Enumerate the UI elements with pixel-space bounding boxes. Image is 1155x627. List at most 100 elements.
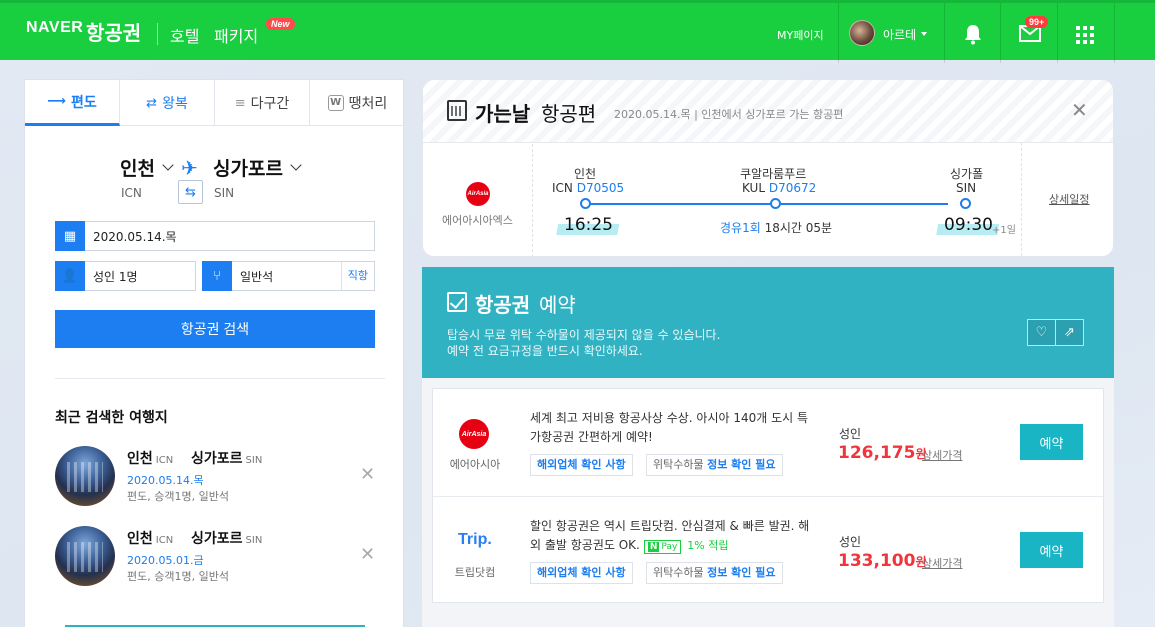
passenger-value: 성인 1명 bbox=[93, 269, 138, 284]
section-divider bbox=[55, 378, 385, 379]
tab-round-trip[interactable]: ⇄ 왕복 bbox=[120, 80, 215, 126]
destination-thumbnail bbox=[55, 446, 115, 506]
recent-to-city: 싱가포르 bbox=[191, 531, 243, 547]
offer-row: AirAsia 에어아시아 세계 최고 저비용 항공사상 수상. 아시아 140… bbox=[433, 389, 1103, 496]
transit-dot bbox=[770, 198, 781, 209]
flight-card-title-suffix: 항공편 bbox=[541, 102, 597, 126]
recent-info: 편도, 승객1명, 일반석 bbox=[127, 570, 229, 583]
tab-last-minute[interactable]: W 땡처리 bbox=[310, 80, 405, 126]
calendar-icon bbox=[447, 100, 467, 121]
origin-airport-code: ICN bbox=[552, 181, 573, 195]
tag-strong: 정보 확인 필요 bbox=[707, 566, 776, 579]
recent-date: 2020.05.01.금 bbox=[127, 554, 204, 567]
heart-icon[interactable]: ♡ bbox=[1027, 319, 1056, 346]
apps-grid-icon[interactable] bbox=[1076, 26, 1094, 44]
passenger-field[interactable]: 👤 성인 1명 bbox=[55, 261, 196, 291]
tag-prefix: 위탁수하물 bbox=[653, 458, 704, 471]
checkbox-icon bbox=[447, 292, 467, 312]
recent-to-code: SIN bbox=[245, 535, 263, 546]
baggage-info-tag[interactable]: 위탁수하물 정보 확인 필요 bbox=[646, 562, 783, 584]
recent-to: 싱가포르 SIN bbox=[191, 448, 262, 468]
round-trip-arrow-icon: ⇄ bbox=[146, 95, 158, 111]
recent-to-city: 싱가포르 bbox=[191, 451, 243, 467]
date-field[interactable]: ▦ 2020.05.14.목 bbox=[55, 221, 375, 251]
chevron-down-icon[interactable] bbox=[162, 159, 174, 171]
route-line bbox=[586, 203, 948, 205]
offer-description: 세계 최고 저비용 항공사상 수상. 아시아 140개 도시 특가항공권 간편하… bbox=[530, 411, 809, 444]
close-icon[interactable]: ✕ bbox=[1071, 98, 1088, 122]
close-icon[interactable]: ✕ bbox=[360, 464, 375, 485]
recent-search-item[interactable]: 인천 ICN 싱가포르 SIN 2020.05.14.목 편도, 승객1명, 일반석… bbox=[55, 446, 385, 510]
service-title[interactable]: 항공권 bbox=[86, 17, 141, 46]
tab-label: 다구간 bbox=[250, 96, 290, 112]
airline-name: 에어아시아엑스 bbox=[442, 214, 513, 227]
recent-searches-title: 최근 검색한 여행지 bbox=[55, 410, 168, 426]
tab-multi-city[interactable]: ≡ 다구간 bbox=[215, 80, 310, 126]
trip-type-tabs: ⟶ 편도 ⇄ 왕복 ≡ 다구간 W 땡처리 bbox=[25, 80, 405, 126]
recent-info: 편도, 승객1명, 일반석 bbox=[127, 490, 229, 503]
departure-time: 16:25 bbox=[556, 215, 621, 235]
airasia-logo: AirAsia bbox=[466, 182, 490, 206]
booking-banner: 항공권 예약 탑승시 무료 위탁 수하물이 제공되지 않을 수 있습니다. 예약… bbox=[422, 267, 1114, 378]
tab-label: 왕복 bbox=[162, 96, 188, 112]
baggage-info-tag[interactable]: 위탁수하물 정보 확인 필요 bbox=[646, 454, 783, 476]
recent-from-code: ICN bbox=[155, 455, 174, 466]
swap-cities-button[interactable]: ⇆ bbox=[178, 180, 203, 204]
direct-flight-toggle[interactable]: 직항 bbox=[340, 262, 374, 290]
origin-code: ICN D70505 bbox=[552, 181, 624, 195]
airasia-logo: AirAsia bbox=[459, 419, 489, 449]
tab-one-way[interactable]: ⟶ 편도 bbox=[25, 80, 120, 126]
chevron-down-icon[interactable] bbox=[290, 159, 302, 171]
trip-com-logo: Trip. bbox=[458, 531, 492, 548]
booking-offer-list: AirAsia 에어아시아 세계 최고 저비용 항공사상 수상. 아시아 140… bbox=[432, 388, 1104, 603]
airline-column: AirAsia 에어아시아엑스 bbox=[423, 144, 533, 256]
naver-logo[interactable]: NAVER bbox=[26, 19, 83, 37]
seat-icon: ⑂ bbox=[202, 261, 232, 291]
npay-label: Pay bbox=[661, 542, 678, 552]
departure-time-text: 16:25 bbox=[564, 215, 613, 235]
price-value: 126,175 bbox=[838, 443, 916, 463]
person-icon: 👤 bbox=[55, 261, 85, 291]
overseas-notice-tag[interactable]: 해외업체 확인 사항 bbox=[530, 454, 633, 476]
recent-to: 싱가포르 SIN bbox=[191, 528, 262, 548]
book-button[interactable]: 예약 bbox=[1020, 532, 1083, 568]
overseas-notice-tag[interactable]: 해외업체 확인 사항 bbox=[530, 562, 633, 584]
nav-package-link[interactable]: 패키지 bbox=[214, 23, 258, 47]
offer-price: 126,175원 bbox=[838, 443, 926, 463]
new-badge: New bbox=[266, 18, 295, 30]
recent-from: 인천 ICN bbox=[127, 528, 173, 548]
header-divider bbox=[1000, 3, 1001, 63]
booking-notice-1: 탑승시 무료 위탁 수하물이 제공되지 않을 수 있습니다. bbox=[447, 328, 721, 342]
departure-city[interactable]: 인천 bbox=[120, 154, 155, 181]
tag-strong: 정보 확인 필요 bbox=[707, 458, 776, 471]
destination-dot bbox=[960, 198, 971, 209]
nav-hotel-link[interactable]: 호텔 bbox=[170, 23, 199, 47]
flight-search-button[interactable]: 항공권 검색 bbox=[55, 310, 375, 348]
share-icon[interactable]: ⇗ bbox=[1055, 319, 1084, 346]
destination-thumbnail bbox=[55, 526, 115, 586]
chevron-down-icon[interactable] bbox=[921, 32, 927, 36]
stops-label: 경유1회 bbox=[720, 221, 761, 235]
top-navigation-bar: NAVER 항공권 호텔 패키지 New MY페이지 아르테 99+ bbox=[0, 0, 1155, 63]
detail-schedule-link[interactable]: 상세일정 bbox=[1049, 191, 1089, 207]
close-icon[interactable]: ✕ bbox=[360, 544, 375, 565]
offer-description: 할인 항공권은 역시 트립닷컴. 안심결제 & 빠른 발권. 해외 출발 항공권… bbox=[530, 517, 815, 555]
multi-route-icon: ≡ bbox=[234, 95, 246, 111]
user-name[interactable]: 아르테 bbox=[883, 26, 916, 43]
bell-icon[interactable] bbox=[963, 23, 983, 45]
book-button[interactable]: 예약 bbox=[1020, 424, 1083, 460]
offer-price: 133,100원 bbox=[838, 551, 926, 571]
one-way-arrow-icon: ⟶ bbox=[47, 94, 66, 109]
my-page-link[interactable]: MY페이지 bbox=[777, 27, 824, 43]
flight-card-title: 가는날 bbox=[475, 102, 531, 126]
price-detail-link[interactable]: 상세가격 bbox=[922, 555, 962, 571]
avatar[interactable] bbox=[849, 20, 875, 46]
arrival-city[interactable]: 싱가포르 bbox=[213, 154, 283, 181]
booking-title: 항공권 bbox=[475, 293, 531, 317]
price-value: 133,100 bbox=[838, 551, 916, 571]
detail-column: 상세일정 bbox=[1021, 143, 1114, 256]
recent-from: 인천 ICN bbox=[127, 448, 173, 468]
recent-search-item[interactable]: 인천 ICN 싱가포르 SIN 2020.05.01.금 편도, 승객1명, 일반석… bbox=[55, 526, 385, 590]
seat-class-field[interactable]: ⑂ 일반석 직항 bbox=[202, 261, 375, 291]
price-detail-link[interactable]: 상세가격 bbox=[922, 447, 962, 463]
